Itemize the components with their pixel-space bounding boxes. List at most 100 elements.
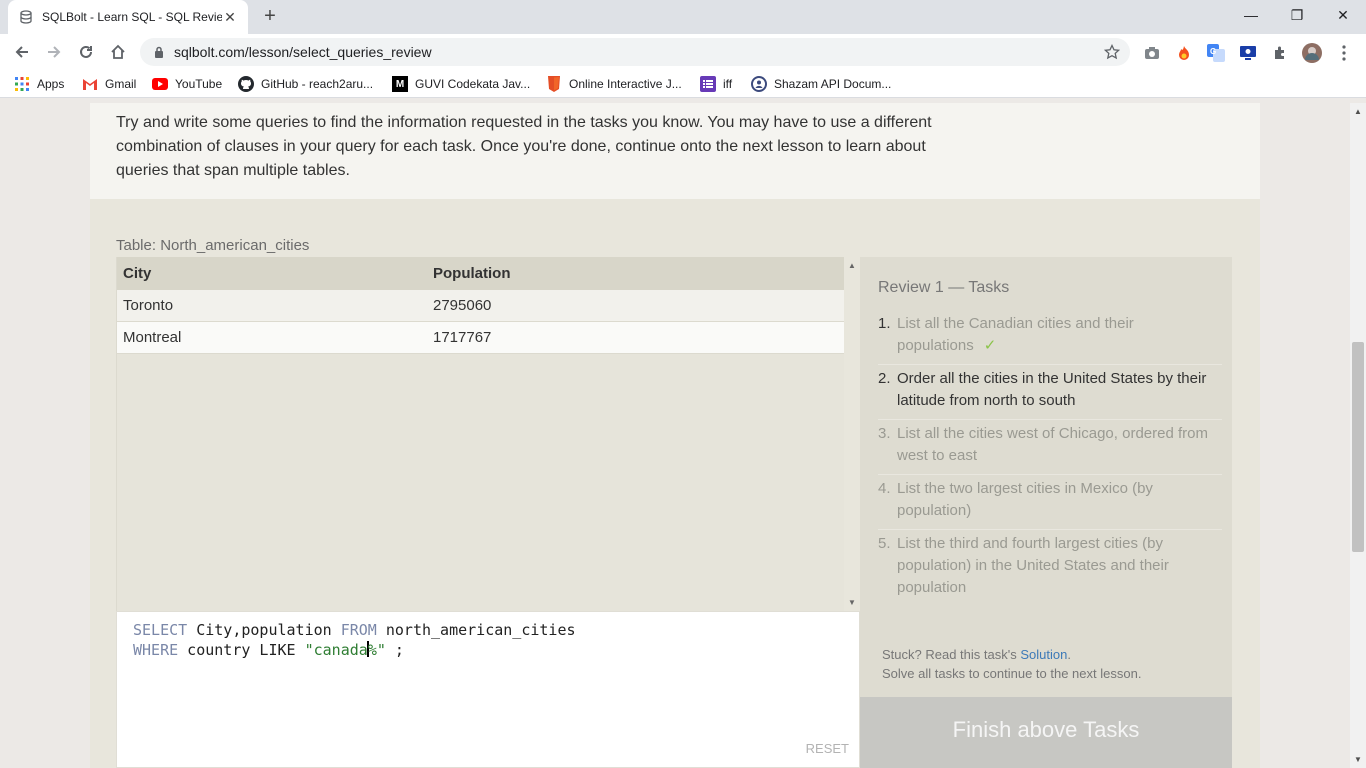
scroll-up-arrow-icon[interactable]: ▲ (1354, 107, 1362, 116)
task-list: 1. List all the Canadian cities and thei… (878, 311, 1222, 607)
scrollbar-thumb[interactable] (1352, 342, 1364, 552)
keyword-from: FROM (340, 621, 377, 639)
tab-title: SQLBolt - Learn SQL - SQL Review (42, 10, 222, 24)
reload-button[interactable] (72, 38, 100, 66)
string-literal: "canada (304, 641, 368, 659)
bookmark-label: GUVI Codekata Jav... (415, 77, 531, 91)
close-window-button[interactable]: ✕ (1320, 0, 1366, 30)
bookmarks-bar: Apps Gmail YouTube GitHub - reach2aru...… (0, 70, 1366, 98)
task-item[interactable]: 3. List all the cities west of Chicago, … (878, 421, 1222, 475)
screen-extension-icon[interactable] (1238, 43, 1258, 63)
bookmark-iff[interactable]: iff (700, 76, 732, 92)
task-number: 3. (878, 425, 891, 442)
task-item[interactable]: 2. Order all the cities in the United St… (878, 366, 1222, 420)
cell-population: 1717767 (433, 329, 492, 346)
scroll-down-arrow-icon[interactable]: ▼ (1354, 755, 1362, 764)
bookmark-label: Shazam API Docum... (774, 77, 892, 91)
solution-link[interactable]: Solution (1020, 647, 1067, 662)
bookmark-online-interactive[interactable]: Online Interactive J... (546, 76, 682, 92)
camera-icon[interactable] (1142, 43, 1162, 63)
keyword-select: SELECT (133, 621, 188, 639)
scroll-down-arrow-icon[interactable]: ▼ (848, 598, 856, 607)
new-tab-button[interactable]: + (258, 4, 282, 28)
url-text: sqlbolt.com/lesson/select_queries_review (174, 44, 432, 60)
task-text: Order all the cities in the United State… (897, 370, 1207, 409)
tab-close-icon[interactable]: ✕ (222, 9, 238, 26)
forms-icon (700, 76, 716, 92)
restore-button[interactable]: ❐ (1274, 0, 1320, 30)
reload-icon (80, 45, 92, 58)
bookmark-label: GitHub - reach2aru... (261, 77, 374, 91)
menu-kebab-icon[interactable] (1334, 43, 1354, 63)
help-text: Stuck? Read this task's Solution. Solve … (882, 645, 1141, 683)
results-table: City Population Toronto 2795060 Montreal… (116, 257, 844, 611)
bookmark-guvi[interactable]: M GUVI Codekata Jav... (392, 76, 530, 92)
query-line-2: WHERE country LIKE "canada%" ; (133, 640, 843, 660)
lock-icon (154, 46, 164, 58)
bookmark-youtube[interactable]: YouTube (152, 76, 222, 92)
lesson-intro-card: Try and write some queries to find the i… (90, 103, 1260, 199)
task-number: 5. (878, 535, 891, 552)
home-icon (111, 44, 125, 59)
query-text: City,population (187, 621, 341, 639)
address-bar[interactable]: sqlbolt.com/lesson/select_queries_review (140, 38, 1130, 66)
html5-icon (546, 76, 562, 92)
task-item[interactable]: 5. List the third and fourth largest cit… (878, 531, 1222, 606)
bookmark-star-icon[interactable] (1104, 44, 1120, 60)
cell-city: Toronto (123, 297, 174, 314)
reset-button[interactable]: RESET (806, 739, 849, 759)
keyword-where: WHERE (133, 641, 179, 659)
query-text: country LIKE (178, 641, 305, 659)
column-header-population: Population (433, 265, 511, 282)
youtube-icon (152, 76, 168, 92)
table-label: Table: North_american_cities (116, 237, 310, 254)
home-button[interactable] (104, 38, 132, 66)
checkmark-icon: ✓ (983, 337, 997, 354)
bookmark-gmail[interactable]: Gmail (82, 76, 136, 92)
solve-all-text: Solve all tasks to continue to the next … (882, 666, 1142, 681)
tab-active[interactable]: SQLBolt - Learn SQL - SQL Review ✕ (8, 0, 248, 34)
table-row: Toronto 2795060 (117, 290, 844, 322)
bookmark-label: YouTube (175, 77, 223, 91)
tasks-title: Review 1 — Tasks (878, 279, 1010, 296)
svg-text:G: G (1210, 47, 1216, 56)
task-number: 4. (878, 480, 891, 497)
bookmark-github[interactable]: GitHub - reach2aru... (238, 76, 373, 92)
browser-toolbar: sqlbolt.com/lesson/select_queries_review… (0, 34, 1366, 70)
tab-strip: SQLBolt - Learn SQL - SQL Review ✕ + — ❐… (0, 0, 1366, 34)
minimize-button[interactable]: — (1228, 0, 1274, 30)
fire-extension-icon[interactable] (1174, 43, 1194, 63)
scroll-up-arrow-icon[interactable]: ▲ (848, 261, 856, 270)
page-scrollbar[interactable]: ▲ ▼ (1350, 103, 1366, 768)
extensions-puzzle-icon[interactable] (1270, 43, 1290, 63)
query-line-1: SELECT City,population FROM north_americ… (133, 620, 843, 640)
table-scrollbar[interactable]: ▲ ▼ (844, 257, 860, 611)
bookmark-shazam[interactable]: Shazam API Docum... (751, 76, 891, 92)
medium-icon: M (392, 76, 408, 92)
forward-button[interactable] (40, 38, 68, 66)
task-number: 2. (878, 370, 891, 387)
task-item[interactable]: 1. List all the Canadian cities and thei… (878, 311, 1222, 365)
lesson-intro-text: Try and write some queries to find the i… (116, 114, 932, 179)
database-icon (18, 9, 34, 25)
cell-population: 2795060 (433, 297, 492, 314)
query-text: ; (385, 641, 404, 659)
finish-tasks-button[interactable]: Finish above Tasks (860, 697, 1232, 768)
task-item[interactable]: 4. List the two largest cities in Mexico… (878, 476, 1222, 530)
bookmark-label: Gmail (105, 77, 137, 91)
stuck-text: Stuck? Read this task's (882, 647, 1021, 662)
exercise-panel: Table: North_american_cities City Popula… (90, 199, 1260, 768)
forward-arrow-icon (48, 46, 61, 58)
back-button[interactable] (8, 38, 36, 66)
tasks-panel: Review 1 — Tasks 1. List all the Canadia… (860, 257, 1232, 768)
cell-city: Montreal (123, 329, 182, 346)
gmail-icon (82, 76, 98, 92)
sql-editor[interactable]: SELECT City,population FROM north_americ… (116, 611, 860, 768)
table-header: City Population (117, 257, 844, 290)
profile-avatar-icon[interactable] (1302, 43, 1322, 63)
task-text: List the third and fourth largest cities… (897, 535, 1169, 596)
shazam-icon (751, 76, 767, 92)
bookmark-apps[interactable]: Apps (14, 76, 64, 92)
string-literal: %" (367, 641, 386, 659)
translate-icon[interactable]: G (1206, 43, 1226, 63)
